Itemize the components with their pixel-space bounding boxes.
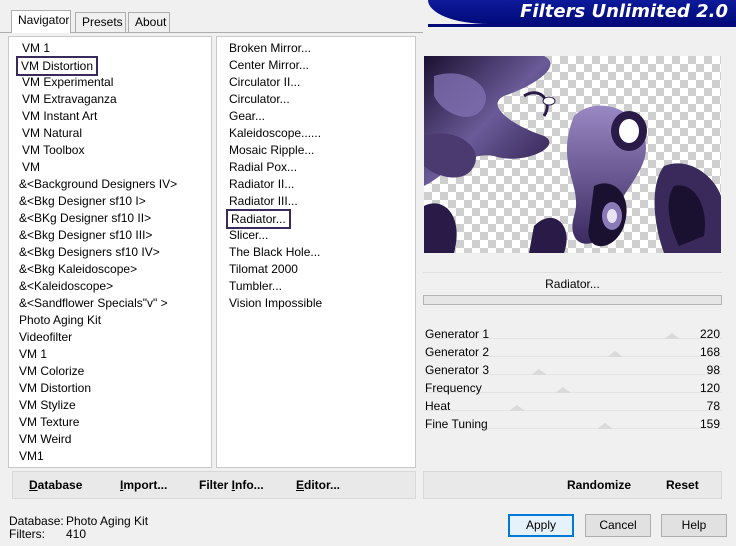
- preview-image: [424, 56, 721, 253]
- filter-info-button[interactable]: Filter Info...: [199, 478, 264, 492]
- param-slider-row[interactable]: Frequency 120: [424, 380, 722, 398]
- param-value: 78: [706, 399, 720, 413]
- filter-item[interactable]: The Black Hole...: [229, 244, 320, 261]
- param-label: Heat: [425, 399, 451, 413]
- filter-list[interactable]: Broken Mirror... Center Mirror... Circulat…: [216, 36, 416, 468]
- filter-item[interactable]: Vision Impossible: [229, 295, 322, 312]
- category-item[interactable]: VM Natural: [22, 125, 82, 142]
- filter-item[interactable]: Tumbler...: [229, 278, 282, 295]
- filter-item[interactable]: Tilomat 2000: [229, 261, 298, 278]
- param-value: 98: [706, 363, 720, 377]
- filter-item[interactable]: Slicer...: [229, 227, 268, 244]
- category-item[interactable]: &<Sandflower Specials"v" >: [19, 295, 168, 312]
- category-item[interactable]: &<Bkg Kaleidoscope>: [19, 261, 137, 278]
- reset-button[interactable]: Reset: [666, 478, 699, 492]
- param-slider-thumb[interactable]: [555, 387, 571, 393]
- filter-item[interactable]: Radiator II...: [229, 176, 294, 193]
- filter-item[interactable]: Kaleidoscope......: [229, 125, 321, 142]
- filter-item[interactable]: Radiator...: [226, 209, 291, 229]
- category-item[interactable]: VM Distortion: [19, 380, 91, 397]
- database-status-label: Database:: [9, 514, 64, 528]
- param-value: 168: [699, 345, 720, 359]
- category-item[interactable]: &<Bkg Designer sf10 I>: [19, 193, 146, 210]
- tab-about[interactable]: About: [128, 12, 170, 32]
- filter-name-display: Radiator...: [423, 272, 722, 294]
- filter-item[interactable]: Mosaic Ripple...: [229, 142, 314, 159]
- filter-item[interactable]: Radial Pox...: [229, 159, 297, 176]
- category-item[interactable]: Photo Aging Kit: [19, 312, 101, 329]
- filter-item[interactable]: Broken Mirror...: [229, 40, 311, 57]
- category-item[interactable]: &<Bkg Designer sf10 III>: [19, 227, 152, 244]
- param-value: 120: [699, 381, 720, 395]
- category-item[interactable]: &<Background Designers IV>: [19, 176, 177, 193]
- progress-bar: [423, 295, 722, 305]
- filter-item[interactable]: Radiator III...: [229, 193, 298, 210]
- param-label: Generator 3: [425, 363, 490, 377]
- database-status-value: Photo Aging Kit: [66, 514, 149, 528]
- category-item[interactable]: VM Extravaganza: [22, 91, 117, 108]
- database-button[interactable]: Database: [29, 478, 82, 492]
- banner-underline: [428, 24, 736, 27]
- param-slider-row[interactable]: Generator 3 98: [424, 362, 722, 380]
- category-list[interactable]: VM 1 VM Distortion VM Experimental VM Extra…: [8, 36, 212, 468]
- param-slider-row[interactable]: Generator 2 168: [424, 344, 722, 362]
- param-value: 159: [699, 417, 720, 431]
- param-value: 220: [699, 327, 720, 341]
- help-button[interactable]: Help: [661, 514, 727, 537]
- category-item[interactable]: VM 1: [19, 346, 47, 363]
- category-item[interactable]: VM 1: [22, 40, 50, 57]
- param-slider-thumb[interactable]: [607, 351, 623, 357]
- filter-item[interactable]: Center Mirror...: [229, 57, 309, 74]
- param-slider-thumb[interactable]: [664, 333, 680, 339]
- category-item[interactable]: VM Colorize: [19, 363, 84, 380]
- param-slider-thumb[interactable]: [531, 369, 547, 375]
- filter-item[interactable]: Gear...: [229, 108, 265, 125]
- param-label: Frequency: [425, 381, 482, 395]
- category-item[interactable]: VM Toolbox: [22, 142, 84, 159]
- category-item[interactable]: VM Stylize: [19, 397, 76, 414]
- category-item[interactable]: VM Texture: [19, 414, 79, 431]
- param-slider-row[interactable]: Fine Tuning 159: [424, 416, 722, 434]
- param-label: Fine Tuning: [425, 417, 488, 431]
- preview-artwork: [424, 56, 721, 253]
- right-button-bar: Randomize Reset: [423, 471, 722, 499]
- filters-status-label: Filters:: [9, 527, 45, 541]
- status-database: Database: Photo Aging Kit: [9, 514, 148, 528]
- param-label: Generator 2: [425, 345, 490, 359]
- category-item[interactable]: VM Experimental: [22, 74, 113, 91]
- status-filters: Filters: 410: [9, 527, 86, 541]
- category-item[interactable]: VM: [22, 159, 40, 176]
- param-label: Generator 1: [425, 327, 490, 341]
- filter-item[interactable]: Circulator...: [229, 91, 290, 108]
- tab-navigator[interactable]: Navigator: [11, 10, 71, 33]
- left-button-bar: Database Import... Filter Info... Editor…: [12, 471, 416, 499]
- category-item[interactable]: VM Weird: [19, 431, 71, 448]
- tab-presets[interactable]: Presets: [75, 12, 126, 32]
- cancel-button[interactable]: Cancel: [585, 514, 651, 537]
- filters-status-value: 410: [66, 527, 87, 541]
- param-slider-track[interactable]: [424, 410, 722, 411]
- param-slider-row[interactable]: Generator 1 220: [424, 326, 722, 344]
- category-item[interactable]: Videofilter: [19, 329, 72, 346]
- param-slider-row[interactable]: Heat 78: [424, 398, 722, 416]
- import-button[interactable]: Import...: [120, 478, 167, 492]
- category-item[interactable]: VM Distortion: [16, 56, 99, 76]
- param-slider-thumb[interactable]: [597, 423, 613, 429]
- category-item[interactable]: VM1: [19, 448, 44, 465]
- app-title: Filters Unlimited 2.0: [520, 1, 728, 22]
- app-title-banner: Filters Unlimited 2.0: [428, 0, 736, 24]
- category-item[interactable]: &<BKg Designer sf10 II>: [19, 210, 151, 227]
- tab-bar: Navigator Presets About: [0, 0, 430, 33]
- category-item[interactable]: VM Instant Art: [22, 108, 97, 125]
- editor-button[interactable]: Editor...: [296, 478, 340, 492]
- category-item[interactable]: &<Kaleidoscope>: [19, 278, 113, 295]
- filter-name-label: Radiator...: [545, 277, 600, 291]
- param-slider-thumb[interactable]: [509, 405, 525, 411]
- apply-button[interactable]: Apply: [508, 514, 574, 537]
- filter-item[interactable]: Circulator II...: [229, 74, 300, 91]
- randomize-button[interactable]: Randomize: [567, 478, 631, 492]
- category-item[interactable]: &<Bkg Designers sf10 IV>: [19, 244, 160, 261]
